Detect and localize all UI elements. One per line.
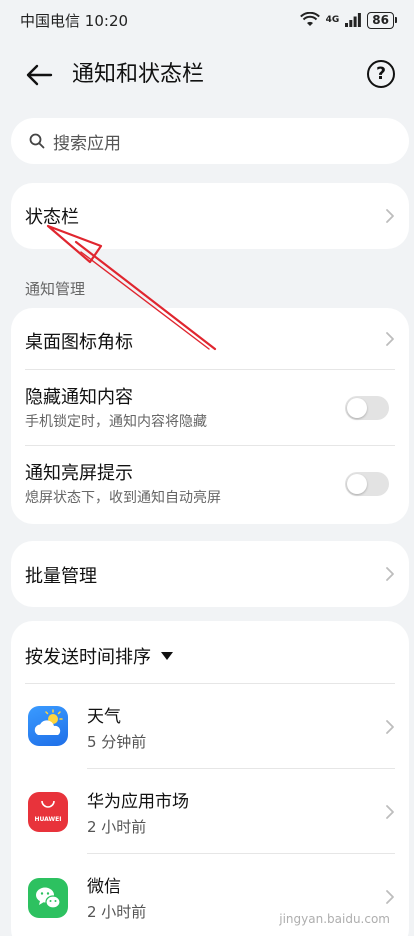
status-bar-label: 状态栏 [25,207,79,228]
section-title-notification-management: 通知管理 [25,280,86,298]
battery-indicator: 86 [367,11,397,29]
sort-text: 按发送时间排序 [25,647,151,668]
page-title: 通知和状态栏 [72,62,205,87]
carrier-label: 中国电信 [20,11,81,30]
status-bar-row[interactable]: 状态栏 [11,183,409,249]
status-bar-card[interactable]: 状态栏 [11,183,409,249]
hide-content-toggle[interactable] [345,396,389,420]
wake-screen-label: 通知亮屏提示 [25,463,133,484]
hide-content-row: 隐藏通知内容 手机锁定时，通知内容将隐藏 [11,370,409,446]
appgallery-icon: HUAWEI [28,792,68,832]
toggle-knob [347,474,367,494]
toggle-knob [347,398,367,418]
wake-screen-subtitle: 熄屏状态下，收到通知自动亮屏 [25,490,221,506]
badge-label: 桌面图标角标 [25,332,133,353]
network-type: 4G [325,15,340,25]
batch-label: 批量管理 [25,566,97,587]
weather-icon-art [34,709,63,735]
shopping-bag-icon [41,800,55,808]
app-row-weather[interactable]: 天气 5 分钟前 [11,684,409,769]
hide-content-label: 隐藏通知内容 [25,387,133,408]
caret-down-icon [161,652,173,660]
help-icon[interactable]: ? [367,60,395,88]
status-left: 中国电信 10:20 [20,10,128,31]
watermark: jingyan.baidu.com [279,912,390,926]
search-placeholder: 搜索应用 [53,133,121,154]
batch-card[interactable]: 批量管理 [11,541,409,607]
search-input[interactable]: 搜索应用 [11,118,409,164]
chevron-right-icon [386,332,394,346]
wechat-bubbles-icon [36,887,61,909]
app-name: 天气 [87,707,121,727]
clock: 10:20 [84,11,129,30]
chevron-right-icon [386,805,394,819]
wechat-icon [28,878,68,918]
notification-card: 桌面图标角标 隐藏通知内容 手机锁定时，通知内容将隐藏 通知亮屏提示 熄屏状态下… [11,308,409,524]
batch-row[interactable]: 批量管理 [11,541,409,607]
chevron-right-icon [386,720,394,734]
status-bar: 中国电信 10:20 4G 86 [0,0,414,40]
hide-content-subtitle: 手机锁定时，通知内容将隐藏 [25,414,207,430]
status-right: 4G 86 [299,11,397,29]
chevron-right-icon [386,567,394,581]
chevron-right-icon [386,209,394,223]
app-time: 2 小时前 [87,903,147,921]
search-icon [29,133,45,149]
app-name: 微信 [87,877,121,897]
appgallery-icon-text: HUAWEI [34,816,62,823]
back-arrow-icon[interactable] [24,60,54,90]
sort-label[interactable]: 按发送时间排序 [25,643,173,669]
app-name: 华为应用市场 [87,792,189,812]
badge-row[interactable]: 桌面图标角标 [11,308,409,370]
app-row-appgallery[interactable]: HUAWEI 华为应用市场 2 小时前 [11,769,409,854]
app-time: 2 小时前 [87,818,147,836]
wifi-icon [299,12,320,26]
apps-card: 按发送时间排序 天气 5 分钟前 HUAWEI 华为应用市场 2 小时前 微信 … [11,621,409,936]
weather-icon [28,706,68,746]
wake-screen-toggle[interactable] [345,472,389,496]
chevron-right-icon [386,890,394,904]
wake-screen-row: 通知亮屏提示 熄屏状态下，收到通知自动亮屏 [11,446,409,524]
app-bar: 通知和状态栏 ? [0,48,414,102]
app-time: 5 分钟前 [87,733,147,751]
sort-row[interactable]: 按发送时间排序 [11,621,409,683]
signal-icon [345,13,362,27]
